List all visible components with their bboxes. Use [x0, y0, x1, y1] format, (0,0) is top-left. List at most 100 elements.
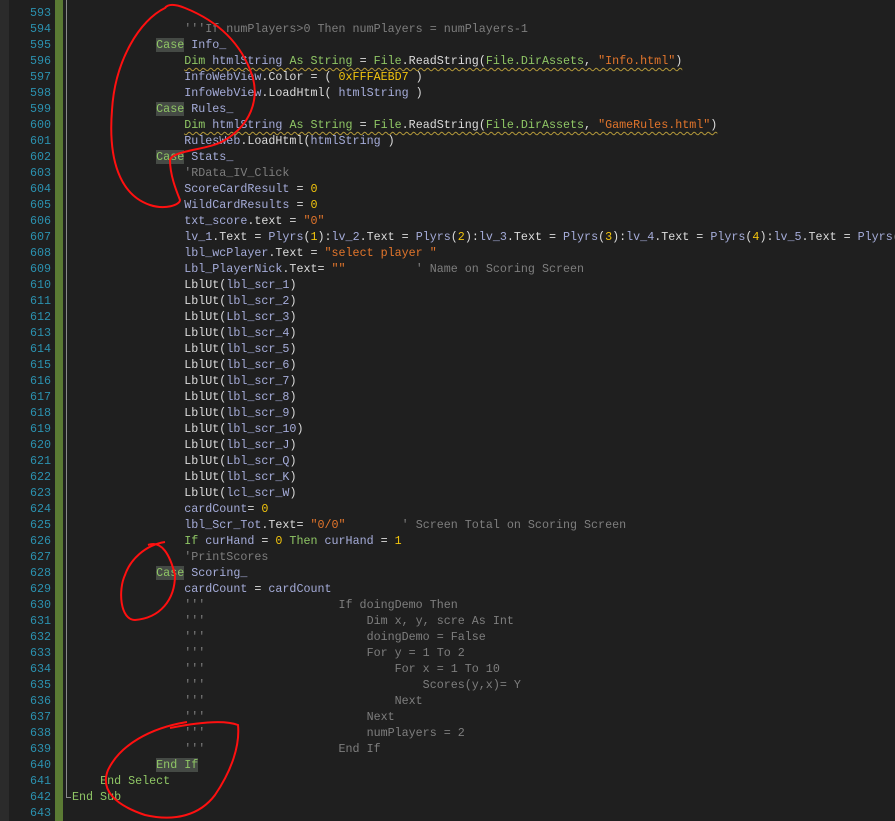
line-code[interactable]: LblUt(lbl_scr_5) — [72, 341, 296, 357]
line-code[interactable]: ''' For y = 1 To 2 — [72, 645, 465, 661]
code-line[interactable]: 625 lbl_Scr_Tot.Text= "0/0" ' Screen Tot… — [0, 517, 895, 533]
line-code[interactable]: Case Rules_ — [72, 101, 233, 117]
code-editor[interactable]: 592 End If593594 '''If numPlayers>0 Then… — [0, 0, 895, 821]
line-code[interactable]: ''' Next — [72, 693, 422, 709]
code-line[interactable]: 606 txt_score.text = "0" — [0, 213, 895, 229]
code-line[interactable]: 626 If curHand = 0 Then curHand = 1 — [0, 533, 895, 549]
code-line[interactable]: 638 ''' numPlayers = 2 — [0, 725, 895, 741]
code-line[interactable]: 629 cardCount = cardCount — [0, 581, 895, 597]
line-code[interactable]: LblUt(Lbl_scr_3) — [72, 309, 296, 325]
line-code[interactable]: cardCount= 0 — [72, 501, 268, 517]
line-code[interactable]: ''' numPlayers = 2 — [72, 725, 465, 741]
line-code[interactable]: LblUt(lbl_scr_4) — [72, 325, 296, 341]
code-line[interactable]: 614 LblUt(lbl_scr_5) — [0, 341, 895, 357]
line-code[interactable]: 'RData_IV_Click — [72, 165, 289, 181]
code-line[interactable]: 618 LblUt(lbl_scr_9) — [0, 405, 895, 421]
code-line[interactable]: 627 'PrintScores — [0, 549, 895, 565]
line-code[interactable]: RulesWeb.LoadHtml(htmlString ) — [72, 133, 394, 149]
line-code[interactable]: End Select — [72, 773, 170, 789]
code-line[interactable]: 639 ''' End If — [0, 741, 895, 757]
code-line[interactable]: 628 Case Scoring_ — [0, 565, 895, 581]
code-line[interactable]: 636 ''' Next — [0, 693, 895, 709]
line-code[interactable]: InfoWebView.LoadHtml( htmlString ) — [72, 85, 422, 101]
code-line[interactable]: 605 WildCardResults = 0 — [0, 197, 895, 213]
code-line[interactable]: 621 LblUt(Lbl_scr_Q) — [0, 453, 895, 469]
code-line[interactable]: 602 Case Stats_ — [0, 149, 895, 165]
line-code[interactable]: Case Scoring_ — [72, 565, 247, 581]
code-line[interactable]: 642 End Sub — [0, 789, 895, 805]
line-code[interactable]: lbl_wcPlayer.Text = "select player " — [72, 245, 437, 261]
line-code[interactable]: ''' Dim x, y, scre As Int — [72, 613, 514, 629]
line-code[interactable]: LblUt(lbl_scr_6) — [72, 357, 296, 373]
line-code[interactable]: cardCount = cardCount — [72, 581, 331, 597]
code-line[interactable]: 619 LblUt(lbl_scr_10) — [0, 421, 895, 437]
code-line[interactable]: 622 LblUt(lbl_scr_K) — [0, 469, 895, 485]
line-code[interactable]: txt_score.text = "0" — [72, 213, 324, 229]
line-code[interactable]: ''' Next — [72, 709, 394, 725]
line-code[interactable]: LblUt(lbl_scr_J) — [72, 437, 296, 453]
code-line[interactable]: 597 InfoWebView.Color = ( 0xFFFAEBD7 ) — [0, 69, 895, 85]
code-line[interactable]: 634 ''' For x = 1 To 10 — [0, 661, 895, 677]
line-code[interactable]: ScoreCardResult = 0 — [72, 181, 317, 197]
code-line[interactable]: 643 — [0, 805, 895, 821]
code-line[interactable]: 630 ''' If doingDemo Then — [0, 597, 895, 613]
line-code[interactable]: InfoWebView.Color = ( 0xFFFAEBD7 ) — [72, 69, 422, 85]
code-line[interactable]: 607 lv_1.Text = Plyrs(1):lv_2.Text = Ply… — [0, 229, 895, 245]
line-code[interactable]: ''' Scores(y,x)= Y — [72, 677, 521, 693]
code-line[interactable]: 612 LblUt(Lbl_scr_3) — [0, 309, 895, 325]
code-line[interactable]: 624 cardCount= 0 — [0, 501, 895, 517]
line-code[interactable]: LblUt(lbl_scr_10) — [72, 421, 303, 437]
code-line[interactable]: 617 LblUt(lbl_scr_8) — [0, 389, 895, 405]
line-code[interactable]: LblUt(lcl_scr_W) — [72, 485, 296, 501]
line-code[interactable]: ''' End If — [72, 741, 380, 757]
line-code[interactable]: Dim htmlString As String = File.ReadStri… — [72, 53, 682, 69]
line-code[interactable]: LblUt(lbl_scr_8) — [72, 389, 296, 405]
code-line[interactable]: 632 ''' doingDemo = False — [0, 629, 895, 645]
code-line[interactable]: 635 ''' Scores(y,x)= Y — [0, 677, 895, 693]
code-line[interactable]: 613 LblUt(lbl_scr_4) — [0, 325, 895, 341]
line-code[interactable]: lv_1.Text = Plyrs(1):lv_2.Text = Plyrs(2… — [72, 229, 895, 245]
line-code[interactable]: lbl_Scr_Tot.Text= "0/0" ' Screen Total o… — [72, 517, 626, 533]
code-line[interactable]: 593 — [0, 5, 895, 21]
line-code[interactable]: End If — [72, 757, 199, 773]
code-line[interactable]: 637 ''' Next — [0, 709, 895, 725]
line-code[interactable]: ''' If doingDemo Then — [72, 597, 458, 613]
code-line[interactable]: 620 LblUt(lbl_scr_J) — [0, 437, 895, 453]
code-line[interactable]: 611 LblUt(lbl_scr_2) — [0, 293, 895, 309]
code-line[interactable]: 631 ''' Dim x, y, scre As Int — [0, 613, 895, 629]
line-code[interactable]: Lbl_PlayerNick.Text= "" ' Name on Scorin… — [72, 261, 584, 277]
line-code[interactable]: Case Info_ — [72, 37, 226, 53]
code-line[interactable]: 641 End Select — [0, 773, 895, 789]
code-line[interactable]: 608 lbl_wcPlayer.Text = "select player " — [0, 245, 895, 261]
line-code[interactable]: LblUt(lbl_scr_7) — [72, 373, 296, 389]
code-line[interactable]: 610 LblUt(lbl_scr_1) — [0, 277, 895, 293]
code-line[interactable]: 633 ''' For y = 1 To 2 — [0, 645, 895, 661]
line-code[interactable]: WildCardResults = 0 — [72, 197, 317, 213]
code-line[interactable]: 616 LblUt(lbl_scr_7) — [0, 373, 895, 389]
code-line[interactable]: 599 Case Rules_ — [0, 101, 895, 117]
code-line[interactable]: 596 Dim htmlString As String = File.Read… — [0, 53, 895, 69]
line-code[interactable]: LblUt(lbl_scr_K) — [72, 469, 296, 485]
code-line[interactable]: 609 Lbl_PlayerNick.Text= "" ' Name on Sc… — [0, 261, 895, 277]
code-line[interactable]: 640 End If — [0, 757, 895, 773]
line-code[interactable]: 'PrintScores — [72, 549, 268, 565]
line-code[interactable]: End Sub — [72, 789, 121, 805]
code-line[interactable]: 600 Dim htmlString As String = File.Read… — [0, 117, 895, 133]
line-code[interactable]: If curHand = 0 Then curHand = 1 — [72, 533, 401, 549]
code-line[interactable]: 623 LblUt(lcl_scr_W) — [0, 485, 895, 501]
line-code[interactable]: LblUt(lbl_scr_1) — [72, 277, 296, 293]
line-code[interactable]: ''' doingDemo = False — [72, 629, 486, 645]
line-code[interactable]: ''' For x = 1 To 10 — [72, 661, 500, 677]
code-line[interactable]: 604 ScoreCardResult = 0 — [0, 181, 895, 197]
line-code[interactable]: LblUt(lbl_scr_9) — [72, 405, 296, 421]
code-line[interactable]: 595 Case Info_ — [0, 37, 895, 53]
line-code[interactable]: LblUt(lbl_scr_2) — [72, 293, 296, 309]
code-line[interactable]: 598 InfoWebView.LoadHtml( htmlString ) — [0, 85, 895, 101]
line-code[interactable]: Dim htmlString As String = File.ReadStri… — [72, 117, 717, 133]
code-line[interactable]: 603 'RData_IV_Click — [0, 165, 895, 181]
code-line[interactable]: 594 '''If numPlayers>0 Then numPlayers =… — [0, 21, 895, 37]
code-line[interactable]: 615 LblUt(lbl_scr_6) — [0, 357, 895, 373]
line-code[interactable]: Case Stats_ — [72, 149, 233, 165]
code-line[interactable]: 601 RulesWeb.LoadHtml(htmlString ) — [0, 133, 895, 149]
line-code[interactable]: LblUt(Lbl_scr_Q) — [72, 453, 296, 469]
